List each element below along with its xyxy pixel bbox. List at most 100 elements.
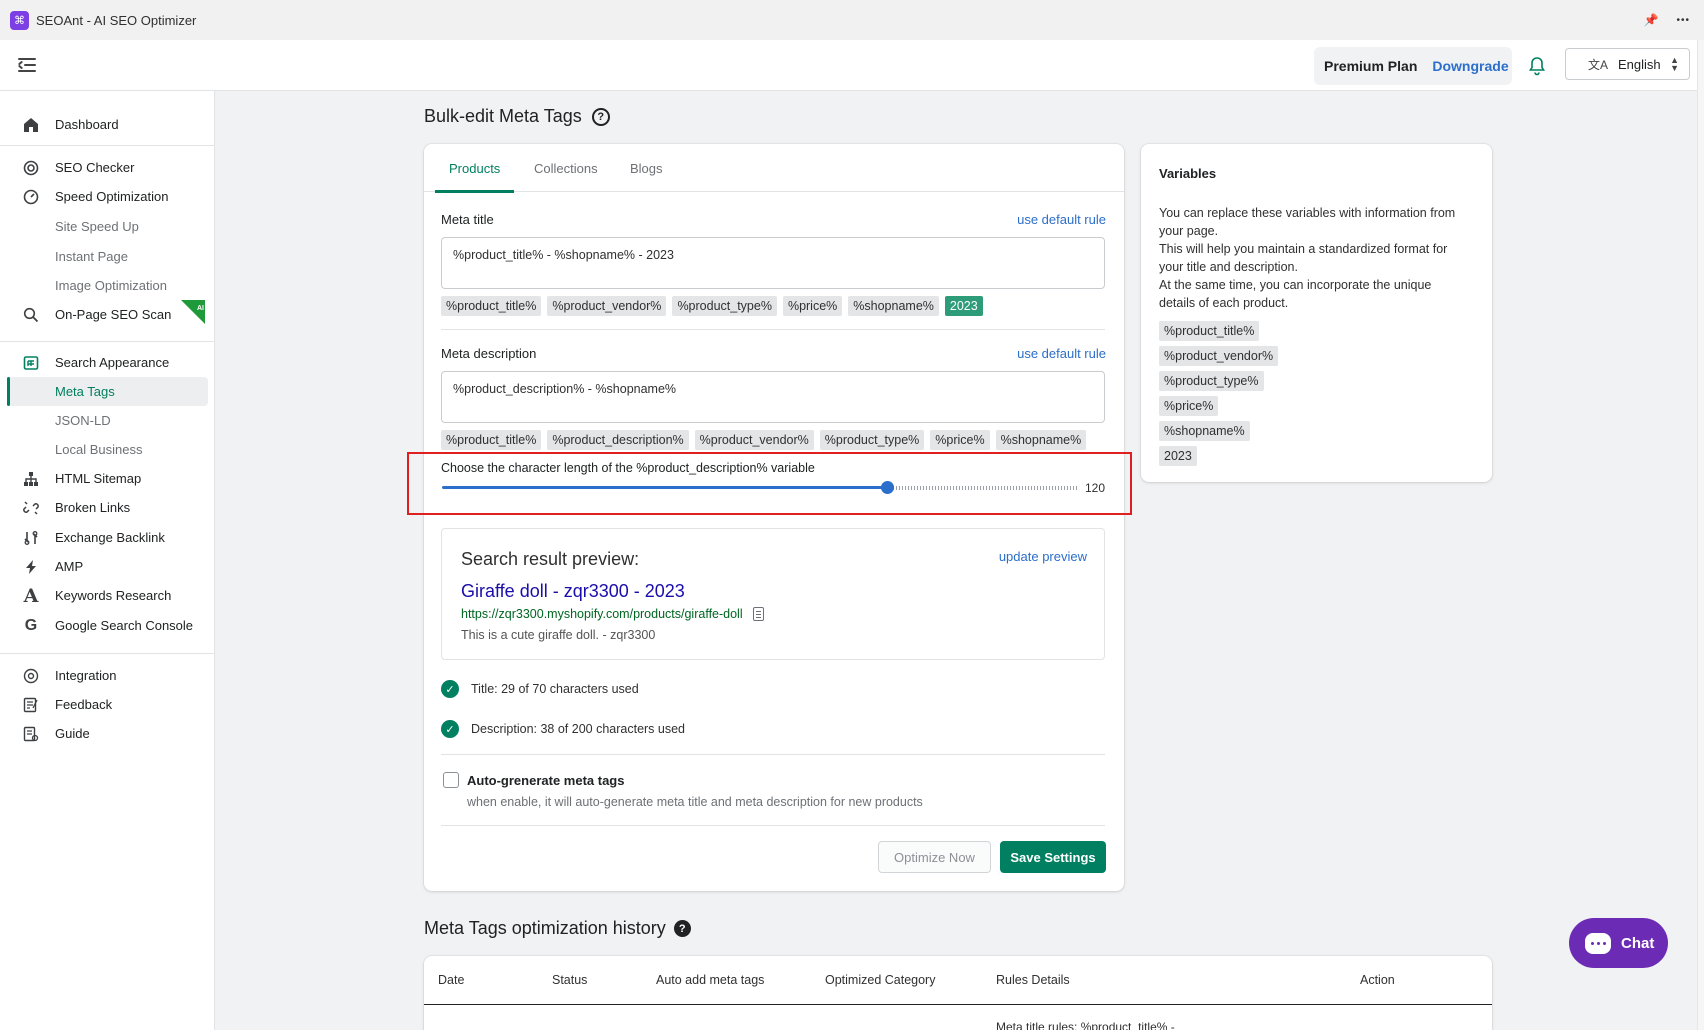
sidebar-item-instant-page[interactable]: Instant Page <box>0 242 215 271</box>
variable-chip[interactable]: %product_vendor% <box>694 430 814 450</box>
help-icon[interactable]: ? <box>591 107 610 126</box>
exchange-icon <box>22 529 40 547</box>
auto-generate-label[interactable]: Auto-grenerate meta tags <box>467 773 624 788</box>
preview-url[interactable]: https://zqr3300.myshopify.com/products/g… <box>461 607 743 621</box>
sidebar-item-on-page-seo-scan[interactable]: On-Page SEO Scan AI <box>0 300 215 329</box>
sidebar-item-keywords-research[interactable]: A Keywords Research <box>0 581 215 610</box>
tab-collections[interactable]: Collections <box>534 144 598 192</box>
sidebar-item-meta-tags[interactable]: Meta Tags <box>0 377 215 406</box>
sidebar-item-site-speed-up[interactable]: Site Speed Up <box>0 212 215 241</box>
search-preview-box: Search result preview: update preview Gi… <box>441 528 1105 660</box>
sidebar-item-speed-optimization[interactable]: Speed Optimization <box>0 182 215 211</box>
translate-icon: 文A <box>1588 57 1609 72</box>
variable-chip[interactable]: %price% <box>782 296 843 316</box>
sidebar-item-feedback[interactable]: Feedback <box>0 690 215 719</box>
sidebar-item-google-search-console[interactable]: G Google Search Console <box>0 611 215 640</box>
variable-chip[interactable]: %product_vendor% <box>547 296 667 316</box>
sidebar-item-html-sitemap[interactable]: HTML Sitemap <box>0 464 215 493</box>
slider-thumb[interactable] <box>881 481 894 494</box>
variables-description: You can replace these variables with inf… <box>1159 204 1469 312</box>
variable-chip[interactable]: %product_type% <box>672 296 777 316</box>
meta-description-default-rule-link[interactable]: use default rule <box>1017 346 1106 361</box>
variable-chip[interactable]: %shopname% <box>995 430 1087 450</box>
variable-chip-selected[interactable]: 2023 <box>944 296 983 316</box>
sidebar-item-local-business[interactable]: Local Business <box>0 435 215 464</box>
sidebar-item-image-optimization[interactable]: Image Optimization <box>0 271 215 300</box>
chat-bubble-icon <box>1585 932 1611 954</box>
menu-toggle-icon[interactable] <box>17 54 40 76</box>
auto-generate-checkbox[interactable] <box>443 772 459 788</box>
chat-label: Chat <box>1621 934 1655 952</box>
history-title: Meta Tags optimization history ? <box>424 918 691 939</box>
meta-title-default-rule-link[interactable]: use default rule <box>1017 212 1106 227</box>
variable-chip[interactable]: %price% <box>930 430 990 450</box>
meta-description-label: Meta description <box>441 346 537 361</box>
check-text: Title: 29 of 70 characters used <box>471 682 639 696</box>
scrollbar-track[interactable] <box>1697 40 1704 1030</box>
sidebar-item-label: Feedback <box>55 697 113 712</box>
sidebar-item-label: Local Business <box>55 442 143 457</box>
sidebar-item-search-appearance[interactable]: Search Appearance <box>0 348 215 377</box>
copy-icon[interactable] <box>752 607 764 621</box>
optimize-now-button[interactable]: Optimize Now <box>878 841 991 873</box>
check-circle-icon: ✓ <box>441 720 459 738</box>
meta-description-input[interactable]: %product_description% - %shopname% <box>441 371 1105 423</box>
sidebar-item-json-ld[interactable]: JSON-LD <box>0 406 215 435</box>
page-title-text: Bulk-edit Meta Tags <box>424 106 582 126</box>
sidebar-item-label: On-Page SEO Scan <box>55 307 172 322</box>
tab-blogs[interactable]: Blogs <box>630 144 663 192</box>
sidebar-item-broken-links[interactable]: Broken Links <box>0 493 215 522</box>
sidebar-item-label: JSON-LD <box>55 413 111 428</box>
variables-card: Variables You can replace these variable… <box>1141 144 1492 482</box>
slider-value: 120 <box>1085 481 1106 495</box>
lightning-icon <box>22 558 40 576</box>
home-icon <box>22 116 40 134</box>
table-header-divider <box>424 1004 1492 1005</box>
chat-button[interactable]: Chat <box>1569 918 1668 968</box>
sidebar-item-dashboard[interactable]: Dashboard <box>0 110 215 139</box>
sidebar-item-label: Guide <box>55 726 90 741</box>
meta-title-input[interactable]: %product_title% - %shopname% - 2023 <box>441 237 1105 289</box>
update-preview-link[interactable]: update preview <box>999 549 1087 564</box>
downgrade-link[interactable]: Downgrade <box>1432 58 1508 74</box>
variable-chip[interactable]: %product_vendor% <box>1159 346 1279 366</box>
variable-chip[interactable]: %product_title% <box>441 430 542 450</box>
variable-chip[interactable]: %product_title% <box>1159 321 1260 341</box>
description-length-slider[interactable] <box>442 481 1078 494</box>
variable-chip[interactable]: %product_description% <box>547 430 689 450</box>
check-circle-icon: ✓ <box>441 680 459 698</box>
more-options-icon[interactable]: ••• <box>1676 15 1690 26</box>
variable-chip[interactable]: 2023 <box>1159 446 1197 466</box>
column-header-category: Optimized Category <box>825 973 936 987</box>
tab-products[interactable]: Products <box>434 144 515 193</box>
sidebar-item-amp[interactable]: AMP <box>0 552 215 581</box>
save-settings-button[interactable]: Save Settings <box>1000 841 1106 873</box>
guide-icon <box>22 725 40 743</box>
sitemap-icon <box>22 470 40 488</box>
help-filled-icon[interactable]: ? <box>673 920 691 937</box>
pin-icon[interactable]: 📌 <box>1644 13 1659 27</box>
column-header-status: Status <box>552 973 588 987</box>
variable-chip[interactable]: %product_type% <box>1159 371 1264 391</box>
variables-list: %product_title% %product_vendor% %produc… <box>1159 321 1279 466</box>
variable-chip[interactable]: %shopname% <box>848 296 939 316</box>
sidebar-item-guide[interactable]: Guide <box>0 719 215 748</box>
variables-title: Variables <box>1159 166 1217 181</box>
variable-chip[interactable]: %price% <box>1159 396 1219 416</box>
top-header: Premium Plan Downgrade 文A English ▲ ▼ <box>0 40 1704 91</box>
preview-title[interactable]: Giraffe doll - zqr3300 - 2023 <box>461 581 685 602</box>
plan-name: Premium Plan <box>1324 58 1418 74</box>
sidebar-item-label: Speed Optimization <box>55 189 169 204</box>
sidebar-item-integration[interactable]: Integration <box>0 661 215 690</box>
table-cell-rules: Meta title rules: %product_title% - <box>996 1020 1175 1030</box>
sidebar-item-label: Exchange Backlink <box>55 530 165 545</box>
sidebar: Dashboard SEO Checker Speed Optimization… <box>0 91 215 1030</box>
variable-chip[interactable]: %product_type% <box>819 430 925 450</box>
sidebar-item-seo-checker[interactable]: SEO Checker <box>0 153 215 182</box>
variable-chip[interactable]: %product_title% <box>441 296 542 316</box>
sidebar-item-exchange-backlink[interactable]: Exchange Backlink <box>0 523 215 552</box>
notification-bell-icon[interactable] <box>1528 56 1548 76</box>
sidebar-item-label: HTML Sitemap <box>55 471 142 486</box>
language-select[interactable]: 文A English ▲ ▼ <box>1565 48 1690 80</box>
variable-chip[interactable]: %shopname% <box>1159 421 1250 441</box>
